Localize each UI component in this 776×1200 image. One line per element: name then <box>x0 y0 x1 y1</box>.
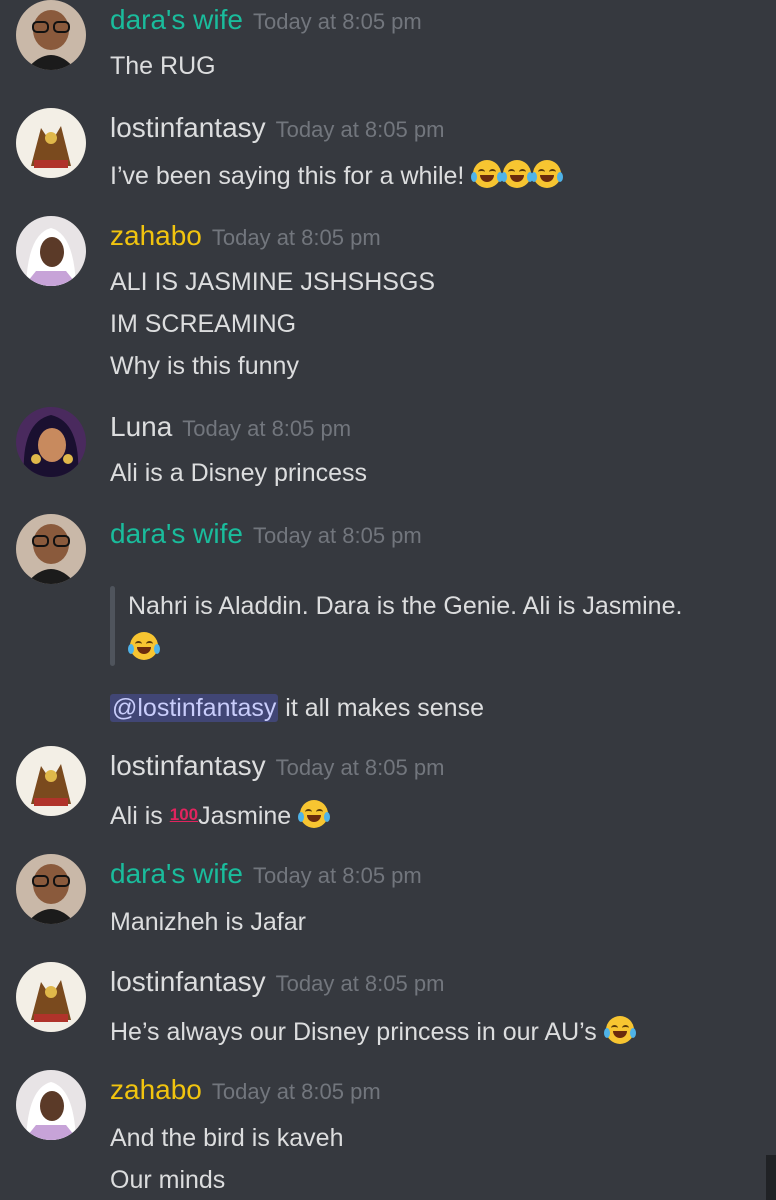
message-text-content: Ali is <box>110 802 170 830</box>
username[interactable]: lostinfantasy <box>110 966 266 997</box>
message-header: lostinfantasy Today at 8:05 pm <box>110 966 444 998</box>
user-mention[interactable]: @lostinfantasy <box>110 694 279 722</box>
timestamp: Today at 8:05 pm <box>211 1079 381 1104</box>
avatar[interactable] <box>16 407 86 477</box>
username[interactable]: zahabo <box>110 220 202 251</box>
avatar[interactable] <box>16 108 86 178</box>
face-with-tears-of-joy-icon <box>531 160 564 188</box>
message-header: zahabo Today at 8:05 pm <box>110 1074 381 1106</box>
message-text: The RUG <box>110 52 216 80</box>
username[interactable]: lostinfantasy <box>110 112 266 143</box>
avatar[interactable] <box>16 746 86 816</box>
message-header: Luna Today at 8:05 pm <box>110 411 351 443</box>
message-text: He’s always our Disney princess in our A… <box>110 1016 636 1047</box>
username[interactable]: Luna <box>110 411 172 442</box>
message-text-content: Jasmine <box>198 802 292 830</box>
timestamp: Today at 8:05 pm <box>275 971 445 996</box>
message-text: Manizheh is Jafar <box>110 908 306 936</box>
message-text: Our minds <box>110 1166 226 1194</box>
quote-emoji <box>128 632 160 663</box>
face-with-tears-of-joy-icon <box>298 800 331 828</box>
quote-bar <box>110 586 115 666</box>
message-header: lostinfantasy Today at 8:05 pm <box>110 112 444 144</box>
face-with-tears-of-joy-icon <box>603 1016 636 1044</box>
username[interactable]: dara's wife <box>110 4 243 35</box>
message-header: dara's wife Today at 8:05 pm <box>110 518 422 550</box>
message-header: zahabo Today at 8:05 pm <box>110 220 381 252</box>
username[interactable]: dara's wife <box>110 858 243 889</box>
avatar[interactable] <box>16 514 86 584</box>
message-text-content: He’s always our Disney princess in our A… <box>110 1018 597 1046</box>
timestamp: Today at 8:05 pm <box>252 523 422 548</box>
username[interactable]: zahabo <box>110 1074 202 1105</box>
username[interactable]: dara's wife <box>110 518 243 549</box>
message-text: @lostinfantasy it all makes sense <box>110 694 484 723</box>
avatar[interactable] <box>16 216 86 286</box>
message-text: And the bird is kaveh <box>110 1124 344 1152</box>
message-text-content: it all makes sense <box>278 694 484 722</box>
message-text: ALI IS JASMINE JSHSHSGS <box>110 268 436 296</box>
avatar[interactable] <box>16 854 86 924</box>
message-text: I’ve been saying this for a while! <box>110 160 564 191</box>
timestamp: Today at 8:05 pm <box>211 225 381 250</box>
timestamp: Today at 8:05 pm <box>182 416 352 441</box>
face-with-tears-of-joy-icon <box>128 632 160 660</box>
timestamp: Today at 8:05 pm <box>252 863 422 888</box>
message-text-content: I’ve been saying this for a while! <box>110 162 465 190</box>
message-text: Ali is a Disney princess <box>110 459 368 487</box>
quote-text: Nahri is Aladdin. Dara is the Genie. Ali… <box>128 592 683 620</box>
scrollbar[interactable] <box>766 1155 776 1200</box>
avatar[interactable] <box>16 0 86 70</box>
message-header: dara's wife Today at 8:05 pm <box>110 4 422 36</box>
message-header: dara's wife Today at 8:05 pm <box>110 858 422 890</box>
face-with-tears-of-joy-icon <box>471 160 504 188</box>
timestamp: Today at 8:05 pm <box>275 755 445 780</box>
face-with-tears-of-joy-icon <box>501 160 534 188</box>
username[interactable]: lostinfantasy <box>110 750 266 781</box>
message-header: lostinfantasy Today at 8:05 pm <box>110 750 444 782</box>
message-text: Ali is 100Jasmine <box>110 800 331 831</box>
avatar[interactable] <box>16 1070 86 1140</box>
timestamp: Today at 8:05 pm <box>252 9 422 34</box>
timestamp: Today at 8:05 pm <box>275 117 445 142</box>
avatar[interactable] <box>16 962 86 1032</box>
hundred-points-icon: 100 <box>169 805 199 824</box>
message-text: Why is this funny <box>110 352 299 380</box>
message-text: IM SCREAMING <box>110 310 297 338</box>
